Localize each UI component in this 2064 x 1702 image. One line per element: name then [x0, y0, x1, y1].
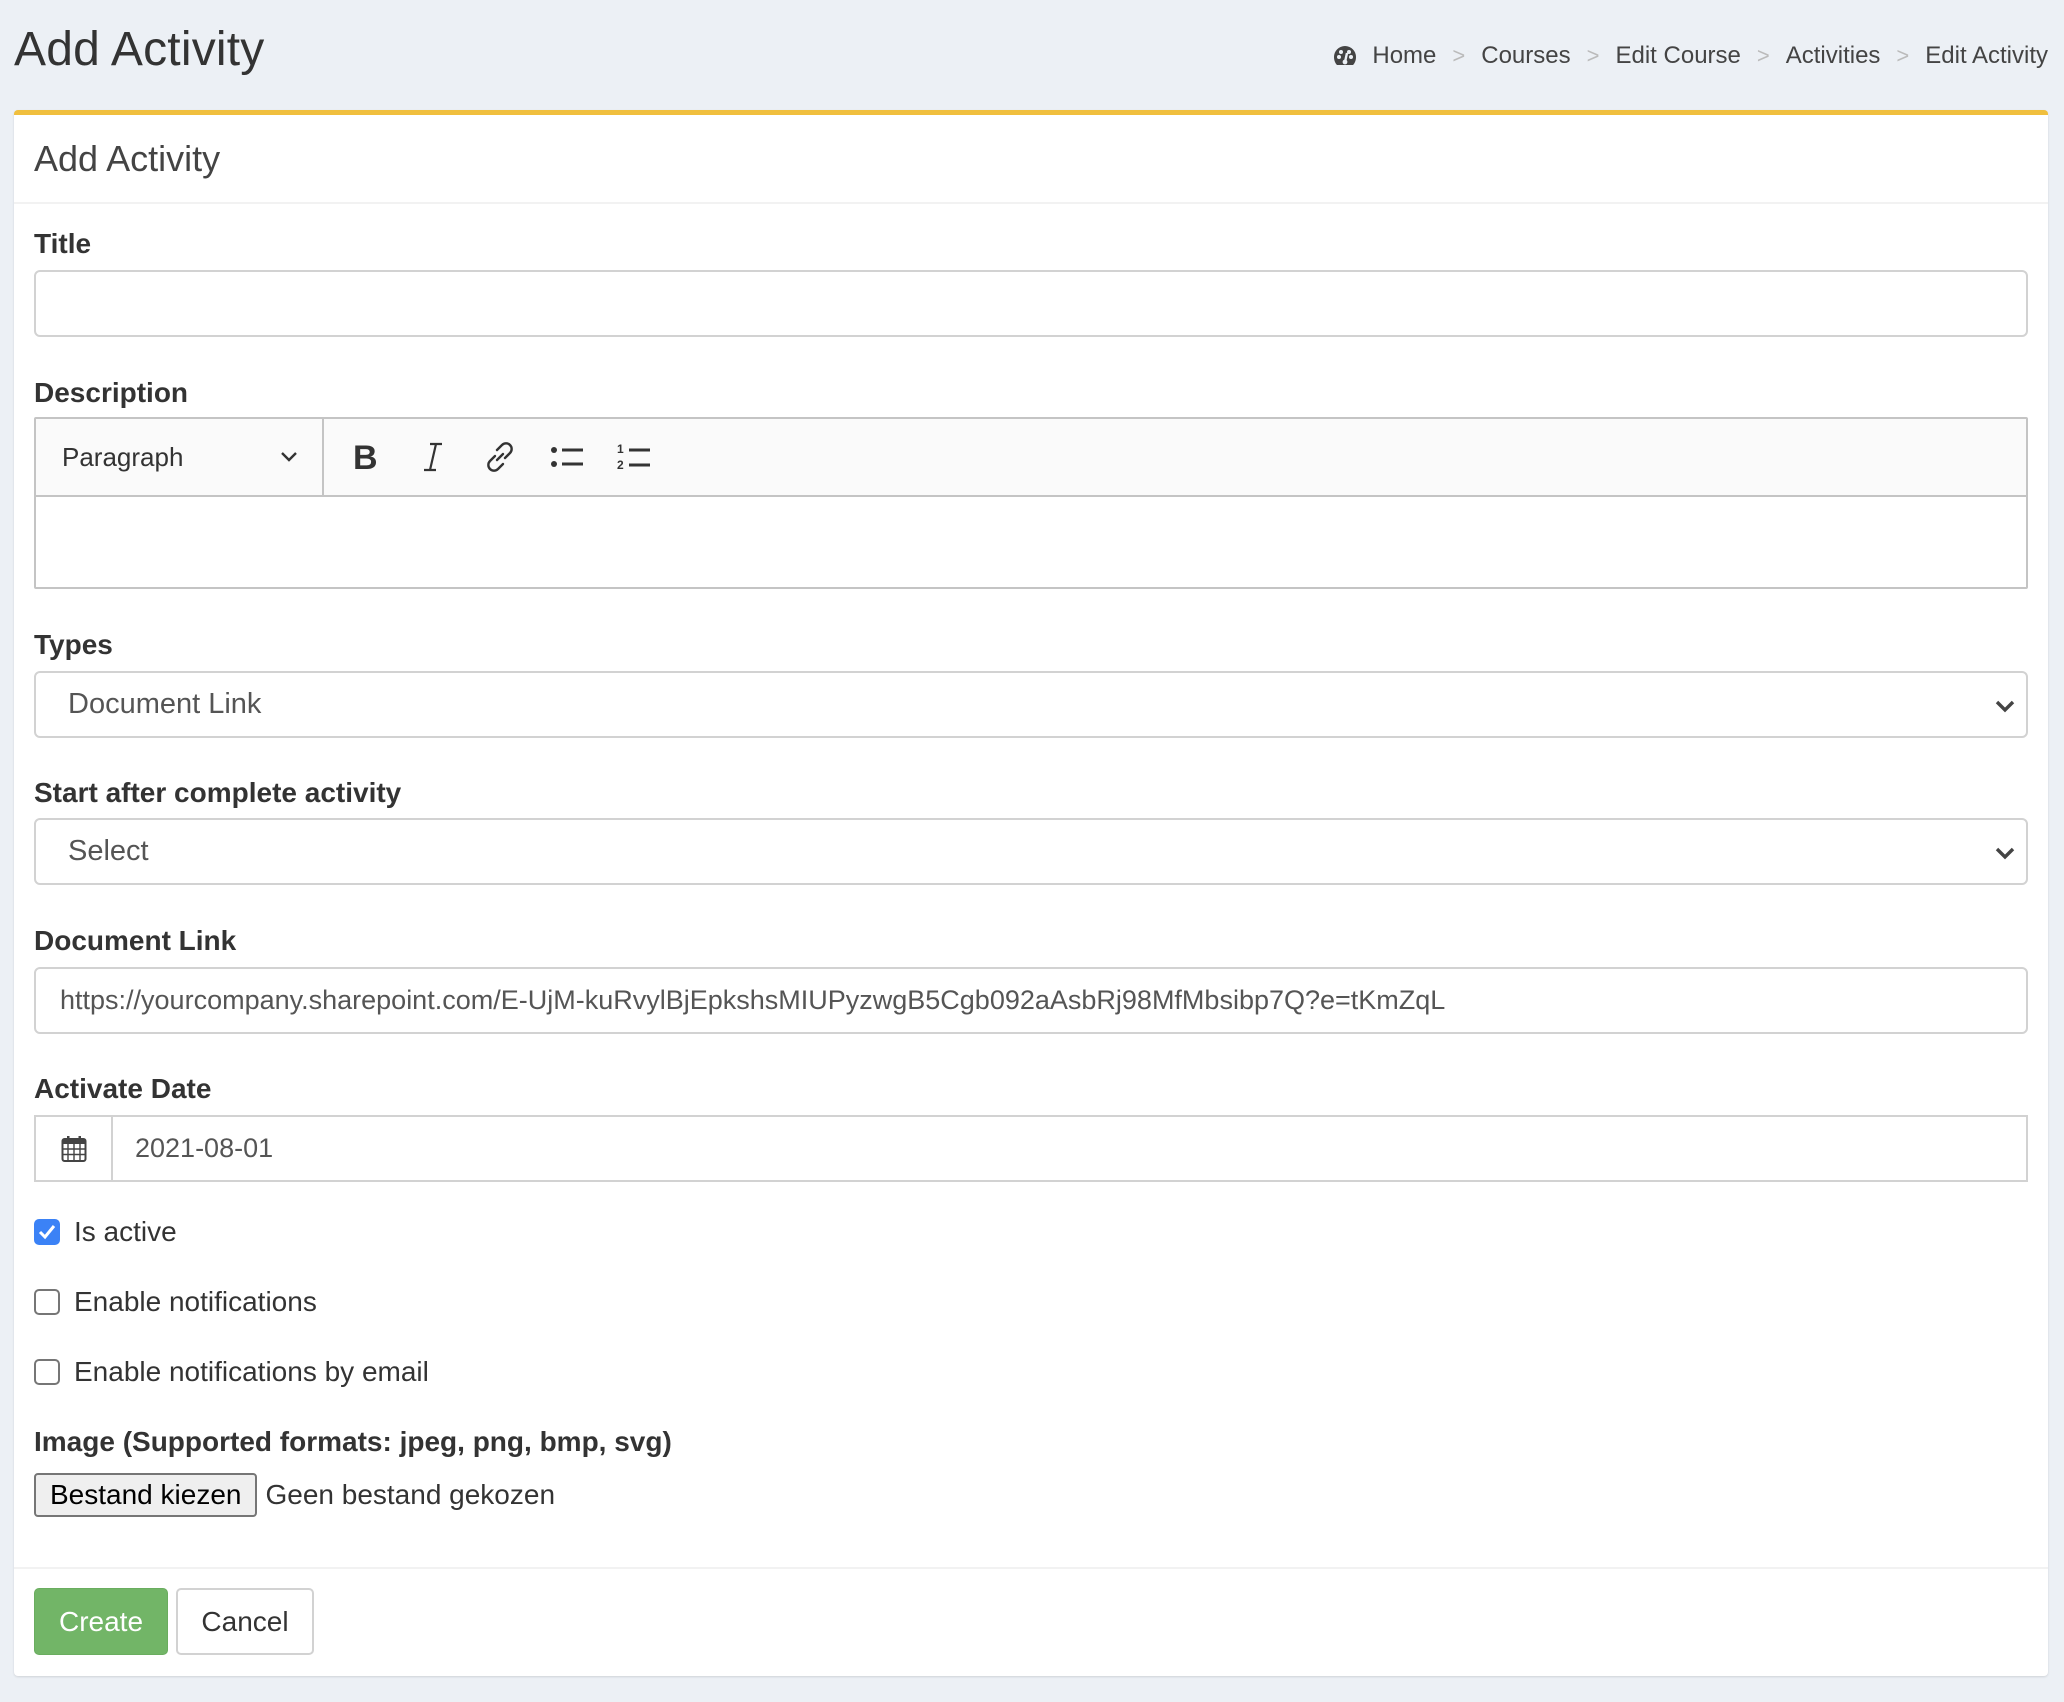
- start-after-select-value: Select: [68, 835, 149, 867]
- breadcrumb: Home > Courses > Edit Course > Activitie…: [1332, 42, 2048, 70]
- choose-file-button[interactable]: Bestand kiezen: [34, 1473, 258, 1517]
- enable-notifications-label: Enable notifications: [74, 1286, 317, 1317]
- enable-email-notifications-label: Enable notifications by email: [74, 1356, 429, 1387]
- breadcrumb-courses[interactable]: Courses: [1481, 42, 1570, 70]
- breadcrumb-separator: >: [1452, 43, 1466, 68]
- italic-button[interactable]: [408, 432, 458, 482]
- image-file-input: Bestand kiezen Geen bestand gekozen: [34, 1473, 555, 1517]
- svg-text:2: 2: [617, 458, 624, 472]
- file-status: Geen bestand gekozen: [265, 1479, 556, 1510]
- description-editor: Paragraph B 1 2: [34, 417, 2028, 589]
- card-title: Add Activity: [34, 137, 221, 179]
- link-icon: [487, 442, 513, 472]
- title-input[interactable]: [34, 270, 2028, 337]
- types-label: Types: [34, 629, 113, 660]
- create-button[interactable]: Create: [34, 1588, 168, 1655]
- chevron-down-icon: [281, 452, 297, 462]
- enable-notifications-checkbox[interactable]: [34, 1289, 60, 1315]
- breadcrumb-home[interactable]: Home: [1372, 42, 1436, 70]
- heading-select-value: Paragraph: [62, 441, 184, 472]
- bold-button[interactable]: B: [341, 432, 391, 482]
- numbered-list-button[interactable]: 1 2: [609, 432, 659, 482]
- editor-content[interactable]: [36, 497, 2026, 587]
- activate-date-input[interactable]: [113, 1117, 2026, 1180]
- calendar-addon[interactable]: [36, 1117, 113, 1180]
- enable-email-notifications-checkbox[interactable]: [34, 1359, 60, 1385]
- breadcrumb-edit-course[interactable]: Edit Course: [1615, 42, 1740, 70]
- types-select[interactable]: Document Link: [34, 671, 2028, 738]
- checkmark-icon: [38, 1225, 56, 1240]
- breadcrumb-separator: >: [1586, 43, 1600, 68]
- numbered-list-icon: 1 2: [617, 442, 650, 472]
- document-link-label: Document Link: [34, 925, 237, 956]
- breadcrumb-separator: >: [1756, 43, 1770, 68]
- activate-date-group: [34, 1115, 2028, 1182]
- document-link-input[interactable]: [34, 967, 2028, 1034]
- link-button[interactable]: [475, 432, 525, 482]
- bulleted-list-button[interactable]: [542, 432, 592, 482]
- italic-icon: [424, 442, 442, 472]
- is-active-checkbox-row[interactable]: Is active: [34, 1216, 177, 1248]
- enable-email-notifications-checkbox-row[interactable]: Enable notifications by email: [34, 1356, 429, 1388]
- page-title: Add Activity: [14, 23, 265, 76]
- footer-divider: [14, 1567, 2048, 1569]
- add-activity-card: Add Activity Title Description Paragraph…: [14, 110, 2048, 1676]
- breadcrumb-separator: >: [1896, 43, 1910, 68]
- editor-toolbar: Paragraph B 1 2: [36, 419, 2026, 497]
- enable-notifications-checkbox-row[interactable]: Enable notifications: [34, 1286, 317, 1318]
- chevron-down-icon: [1995, 700, 2015, 713]
- dashboard-icon: [1334, 46, 1357, 65]
- card-header: Add Activity: [14, 115, 2048, 204]
- chevron-down-icon: [1995, 847, 2015, 860]
- start-after-label: Start after complete activity: [34, 777, 402, 808]
- start-after-select[interactable]: Select: [34, 818, 2028, 885]
- cancel-button[interactable]: Cancel: [176, 1588, 314, 1655]
- is-active-checkbox[interactable]: [34, 1219, 60, 1245]
- calendar-icon: [61, 1135, 86, 1162]
- heading-select[interactable]: Paragraph: [36, 419, 324, 495]
- svg-text:B: B: [353, 441, 378, 473]
- image-label: Image (Supported formats: jpeg, png, bmp…: [34, 1426, 672, 1457]
- activate-date-label: Activate Date: [34, 1073, 212, 1104]
- bold-icon: B: [353, 441, 378, 473]
- breadcrumb-edit-activity: Edit Activity: [1925, 42, 2048, 69]
- is-active-label: Is active: [74, 1216, 177, 1247]
- title-label: Title: [34, 228, 92, 259]
- description-label: Description: [34, 377, 189, 408]
- svg-text:1: 1: [617, 442, 624, 456]
- types-select-value: Document Link: [68, 688, 262, 720]
- breadcrumb-activities[interactable]: Activities: [1786, 42, 1881, 70]
- bulleted-list-icon: [551, 447, 583, 467]
